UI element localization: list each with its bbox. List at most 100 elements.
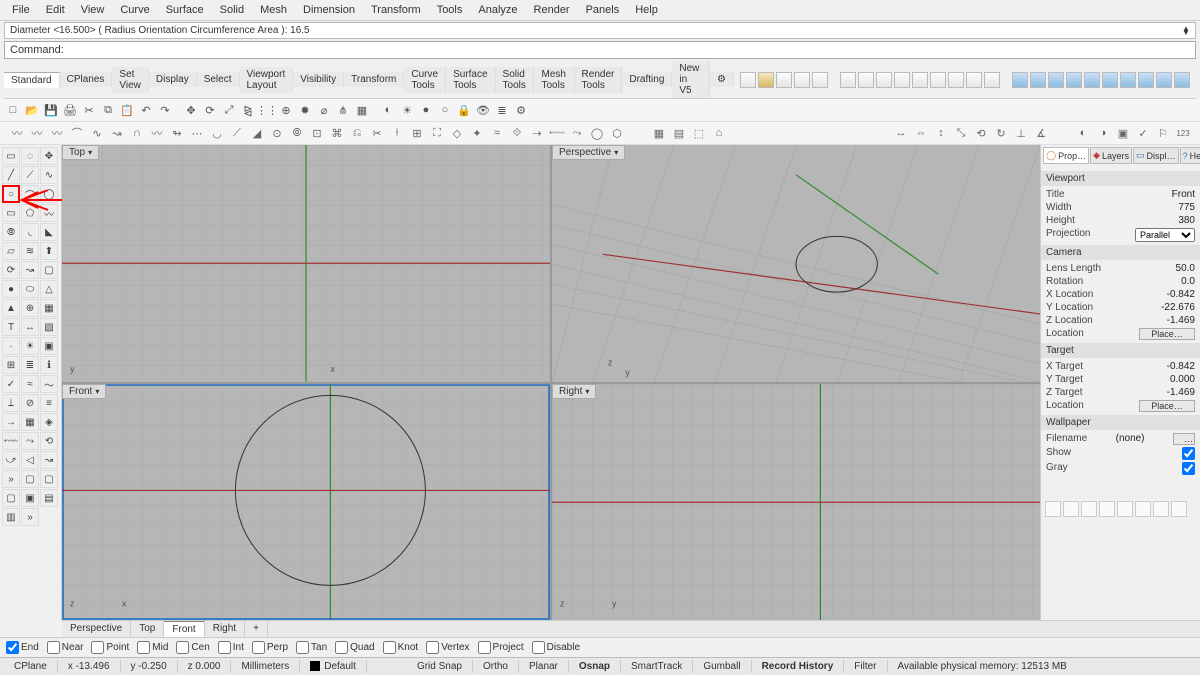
render-icon[interactable]: ☀	[398, 101, 416, 119]
menu-curve[interactable]: Curve	[112, 2, 157, 18]
dim7-icon[interactable]: ⊥	[1012, 124, 1030, 142]
prop-yt-value[interactable]: 0.000	[1170, 374, 1195, 385]
dim2-icon[interactable]: ⇔	[912, 124, 930, 142]
menu-panels[interactable]: Panels	[578, 2, 628, 18]
prop-show-checkbox[interactable]	[1182, 447, 1195, 460]
status-recordhistory[interactable]: Record History	[752, 660, 845, 673]
prop-xt-value[interactable]: -0.842	[1167, 361, 1195, 372]
mirror-icon[interactable]: ⧎	[239, 101, 257, 119]
twist-tool-icon[interactable]: ⟲	[40, 432, 58, 450]
prop-yloc-value[interactable]: -22.676	[1161, 302, 1195, 313]
crv24-icon[interactable]: ✦	[468, 124, 486, 142]
crv10-icon[interactable]: ⋯	[188, 124, 206, 142]
prop-camloc-button[interactable]: Place…	[1139, 328, 1195, 340]
menu-tools[interactable]: Tools	[429, 2, 471, 18]
cluster2-icon6[interactable]	[930, 72, 946, 88]
panel-tab-properties[interactable]: ◯Prop…	[1043, 147, 1089, 164]
gear-icon[interactable]: ⚙	[512, 101, 530, 119]
crv11-icon[interactable]: ◡	[208, 124, 226, 142]
boolean-tool-icon[interactable]: ⊕	[21, 299, 39, 317]
cluster1-icon[interactable]	[740, 72, 756, 88]
offset-tool-icon[interactable]: ⦾	[2, 223, 20, 241]
mini-icon-1[interactable]	[1045, 501, 1061, 517]
tab-visibility[interactable]: Visibility	[293, 72, 344, 87]
status-osnap[interactable]: Osnap	[569, 660, 621, 673]
dim5-icon[interactable]: ⟲	[972, 124, 990, 142]
prop-rotation-value[interactable]: 0.0	[1181, 276, 1195, 287]
save-icon[interactable]: 💾	[42, 101, 60, 119]
lasso-tool-icon[interactable]: ◌	[21, 147, 39, 165]
render2-icon[interactable]: ◑	[1094, 124, 1112, 142]
viewport-front-label[interactable]: Front ▾	[62, 384, 106, 399]
crv31-icon[interactable]: ⬡	[608, 124, 626, 142]
panel-tab-display[interactable]: ▭Displ…	[1133, 147, 1179, 164]
mini-icon-8[interactable]	[1171, 501, 1187, 517]
project-tool-icon[interactable]: ⟘	[2, 394, 20, 412]
viewport-front[interactable]: z x Front ▾	[62, 384, 550, 621]
explode-icon[interactable]: ✹	[296, 101, 314, 119]
viewport-front-dropdown-icon[interactable]: ▾	[95, 387, 99, 396]
prop-filename-value[interactable]: (none)	[1116, 433, 1145, 445]
flow-tool-icon[interactable]: ↝	[40, 451, 58, 469]
crv17-icon[interactable]: ⌘	[328, 124, 346, 142]
layer-tool-icon[interactable]: ≣	[21, 356, 39, 374]
viewport-perspective-label[interactable]: Perspective ▾	[552, 145, 625, 160]
paste-icon[interactable]: 📋	[118, 101, 136, 119]
viewport-perspective-dropdown-icon[interactable]: ▾	[614, 148, 618, 157]
line-tool-icon[interactable]: ╱	[2, 166, 20, 184]
tab-cplanes[interactable]: CPlanes	[60, 72, 113, 87]
viewport-top[interactable]: y x Top ▾	[62, 145, 550, 382]
history-scroll-down-icon[interactable]: ▼	[1179, 28, 1193, 37]
undo-icon[interactable]: ↶	[137, 101, 155, 119]
tab-surfacetools[interactable]: Surface Tools	[446, 67, 495, 93]
grid-tools-icon[interactable]: ▦	[650, 124, 668, 142]
group-tool-icon[interactable]: ⊞	[2, 356, 20, 374]
status-units[interactable]: Millimeters	[231, 660, 300, 673]
match-tool-icon[interactable]: ≈	[21, 375, 39, 393]
crv22-icon[interactable]: ⛶	[428, 124, 446, 142]
pan-tool-icon[interactable]: ✥	[40, 147, 58, 165]
tab-rendertools[interactable]: Render Tools	[575, 67, 623, 93]
tab-setview[interactable]: Set View	[112, 67, 149, 93]
menu-mesh[interactable]: Mesh	[252, 2, 295, 18]
status-ortho[interactable]: Ortho	[473, 660, 519, 673]
menu-render[interactable]: Render	[526, 2, 578, 18]
crv16-icon[interactable]: ⊡	[308, 124, 326, 142]
cluster1-icon5[interactable]	[812, 72, 828, 88]
cluster2-icon3[interactable]	[876, 72, 892, 88]
arc-tool-icon[interactable]: ⌒	[21, 185, 39, 203]
crv23-icon[interactable]: ◇	[448, 124, 466, 142]
prop-filename-browse-button[interactable]: …	[1173, 433, 1195, 445]
tab-solidtools[interactable]: Solid Tools	[496, 67, 535, 93]
cluster2-icon5[interactable]	[912, 72, 928, 88]
analyze-tool-icon[interactable]: ✓	[2, 375, 20, 393]
mini-icon-2[interactable]	[1063, 501, 1079, 517]
crv8-icon[interactable]: 〰	[148, 124, 166, 142]
cluster3-icon7[interactable]	[1120, 72, 1136, 88]
taper-tool-icon[interactable]: ◁	[21, 451, 39, 469]
panel-tab-help[interactable]: ?Help	[1180, 147, 1200, 164]
render3-icon[interactable]: ▣	[1114, 124, 1132, 142]
chamfer-tool-icon[interactable]: ◣	[40, 223, 58, 241]
split-icon[interactable]: ⋔	[334, 101, 352, 119]
cluster2-icon[interactable]	[840, 72, 856, 88]
menu-solid[interactable]: Solid	[212, 2, 252, 18]
surface-tool-icon[interactable]: ▱	[2, 242, 20, 260]
pipe-tool-icon[interactable]: ⬳	[2, 432, 20, 450]
viewport-perspective[interactable]: z y Perspective ▾	[552, 145, 1040, 382]
menu-surface[interactable]: Surface	[158, 2, 212, 18]
open-icon[interactable]: 📂	[23, 101, 41, 119]
box1-icon[interactable]: ▢	[21, 470, 39, 488]
crv12-icon[interactable]: ⟋	[228, 124, 246, 142]
cluster3-icon9[interactable]	[1156, 72, 1172, 88]
point-tool-icon[interactable]: ·	[2, 337, 20, 355]
viewport-top-dropdown-icon[interactable]: ▾	[88, 148, 92, 157]
cluster1-icon4[interactable]	[794, 72, 810, 88]
box4-icon[interactable]: ▣	[21, 489, 39, 507]
dim1-icon[interactable]: ↔	[892, 124, 910, 142]
move-icon[interactable]: ✥	[182, 101, 200, 119]
cluster3-icon3[interactable]	[1048, 72, 1064, 88]
prop-zloc-value[interactable]: -1.469	[1167, 315, 1195, 326]
loft-tool-icon[interactable]: ≋	[21, 242, 39, 260]
box5-icon[interactable]: ▤	[40, 489, 58, 507]
